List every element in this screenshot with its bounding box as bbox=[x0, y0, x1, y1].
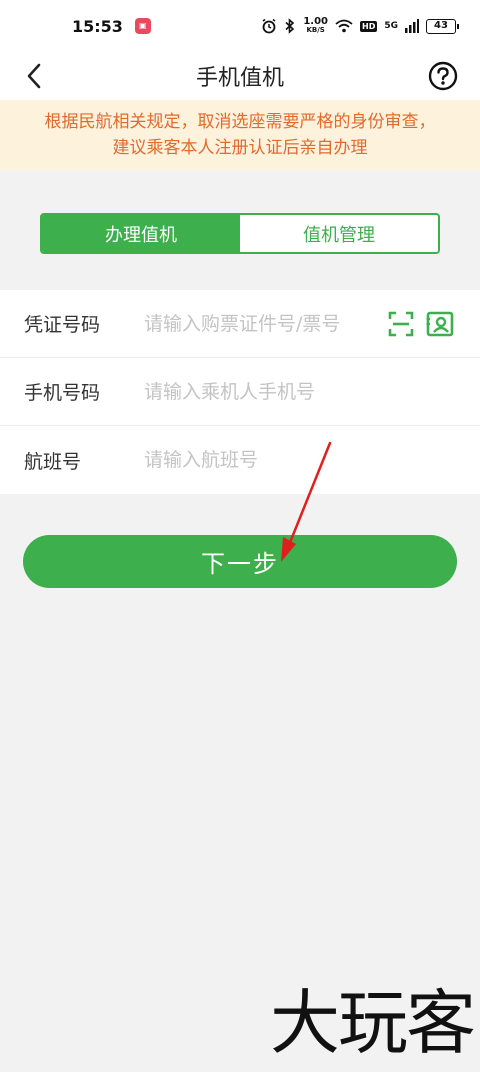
status-bar: 15:53 ▣ 1.00 KB/S HD 5G 43 bbox=[0, 0, 480, 52]
tab-checkin-manage[interactable]: 值机管理 bbox=[240, 215, 438, 252]
nav-bar: 手机值机 bbox=[0, 52, 480, 100]
bluetooth-icon bbox=[285, 18, 295, 34]
ticket-row-icons bbox=[388, 311, 480, 337]
network-type: 5G bbox=[384, 21, 398, 31]
notice-line-2: 建议乘客本人注册认证后亲自办理 bbox=[112, 138, 368, 158]
notice-line-1: 根据民航相关规定，取消选座需要严格的身份审查， bbox=[44, 112, 436, 132]
help-button[interactable] bbox=[426, 59, 460, 93]
status-indicators: 1.00 KB/S HD 5G 43 bbox=[261, 17, 459, 35]
ticket-input[interactable] bbox=[144, 312, 388, 335]
net-speed-unit: KB/S bbox=[306, 26, 325, 34]
next-step-button[interactable]: 下一步 bbox=[23, 535, 457, 588]
question-circle-icon bbox=[428, 61, 458, 91]
notice-banner: 根据民航相关规定，取消选座需要严格的身份审查， 建议乘客本人注册认证后亲自办理 bbox=[0, 100, 480, 170]
flight-input[interactable] bbox=[144, 449, 480, 471]
phone-row: 手机号码 bbox=[0, 358, 480, 426]
back-button[interactable] bbox=[16, 58, 52, 94]
page-title: 手机值机 bbox=[195, 66, 284, 91]
checkin-form: 凭证号码 手机号码 航班号 bbox=[0, 290, 480, 494]
notification-app-icon: ▣ bbox=[134, 18, 151, 34]
alarm-icon bbox=[262, 18, 276, 34]
tab-checkin[interactable]: 办理值机 bbox=[42, 215, 240, 252]
ticket-row: 凭证号码 bbox=[0, 290, 480, 358]
flight-row: 航班号 bbox=[0, 426, 480, 494]
battery-indicator: 43 bbox=[426, 18, 459, 34]
hd-badge: HD bbox=[360, 20, 378, 32]
ticket-label: 凭证号码 bbox=[24, 314, 101, 336]
net-speed-value: 1.00 bbox=[303, 16, 328, 27]
watermark: 大玩客 bbox=[270, 982, 476, 1064]
net-speed: 1.00 KB/S bbox=[303, 17, 328, 35]
checkin-tabs: 办理值机 值机管理 bbox=[40, 213, 440, 254]
phone-label: 手机号码 bbox=[24, 382, 101, 404]
signal-icon bbox=[405, 19, 419, 33]
phone-input[interactable] bbox=[144, 380, 480, 403]
chevron-left-icon bbox=[27, 63, 41, 89]
scan-icon[interactable] bbox=[388, 311, 414, 337]
status-time: 15:53 bbox=[72, 16, 123, 36]
id-card-icon[interactable] bbox=[426, 311, 454, 337]
flight-label: 航班号 bbox=[24, 450, 82, 473]
wifi-icon bbox=[335, 19, 353, 33]
